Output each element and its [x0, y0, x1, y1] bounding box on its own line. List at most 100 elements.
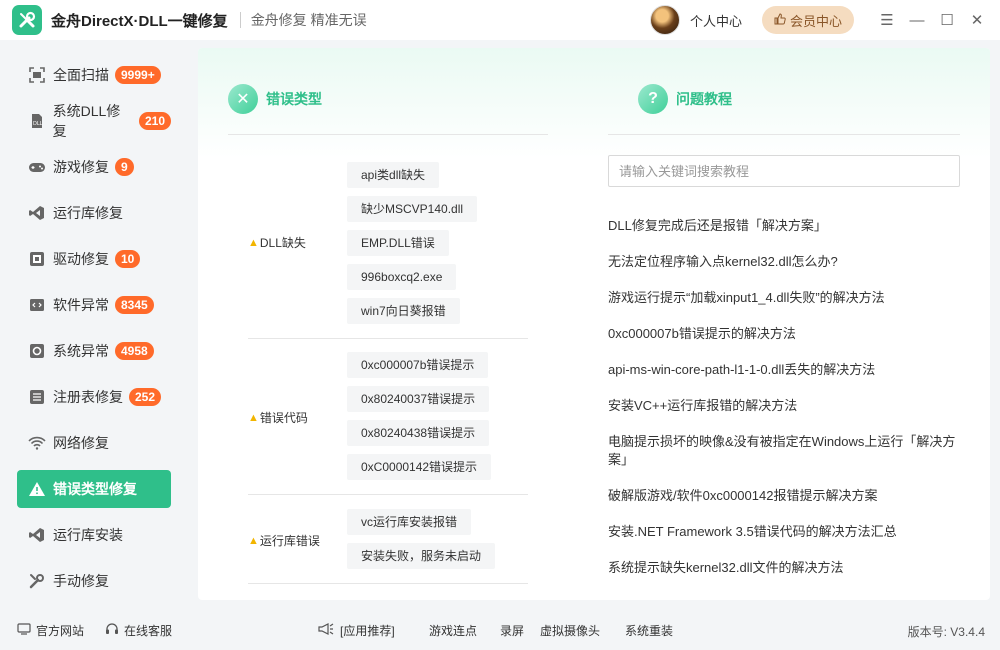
svg-text:DLL: DLL [33, 121, 43, 127]
gamepad-icon [26, 156, 48, 178]
minimize-icon[interactable]: — [902, 12, 932, 29]
footer-link-game-clicker[interactable]: 游戏连点 [429, 622, 477, 639]
divider [228, 134, 548, 135]
error-tag[interactable]: 安装失败，服务未启动 [347, 543, 496, 569]
sidebar-item-label: 运行库修复 [53, 205, 123, 221]
personal-center-link[interactable]: 个人中心 [690, 11, 742, 30]
scan-icon [26, 64, 48, 86]
error-tag[interactable]: api类dll缺失 [347, 162, 440, 188]
version-label: 版本号: V3.4.4 [907, 625, 985, 639]
close-icon[interactable]: ✕ [962, 11, 992, 29]
registry-icon [26, 386, 48, 408]
tutorial-link[interactable]: 系统提示缺失kernel32.dll文件的解决方法 [608, 559, 960, 577]
tutorial-link[interactable]: 安装.NET Framework 3.5错误代码的解决方法汇总 [608, 523, 960, 541]
tutorials-header: ? 问题教程 [638, 84, 732, 114]
error-group-label-text: DLL缺失 [259, 236, 306, 250]
main-panel: ✕ 错误类型 ▲ DLL缺失 api类dll缺失 缺少MSCVP140.dll … [198, 48, 990, 600]
error-types-title: 错误类型 [266, 91, 322, 107]
error-group-label: ▲ 运行库错误 [248, 532, 320, 549]
maximize-icon[interactable]: ☐ [932, 11, 962, 29]
warning-icon: ▲ [248, 411, 259, 424]
sidebar-item-label: 运行库安装 [53, 527, 123, 543]
sidebar-item-label: 网络修复 [53, 435, 109, 451]
tutorial-link[interactable]: 电脑提示损坏的映像&没有被指定在Windows上运行「解决方案」 [608, 433, 960, 469]
online-service-link[interactable]: 在线客服 [105, 622, 172, 639]
tutorial-link[interactable]: api-ms-win-core-path-l1-1-0.dll丢失的解决方法 [608, 361, 960, 379]
sidebar-item-runtime-install[interactable]: 运行库安装 [17, 516, 171, 554]
online-service-label: 在线客服 [124, 624, 173, 638]
footer-link-system-reinstall[interactable]: 系统重装 [625, 622, 673, 639]
wifi-icon [26, 432, 48, 454]
error-tag[interactable]: EMP.DLL错误 [347, 230, 449, 256]
count-badge: 210 [138, 112, 171, 130]
error-tag[interactable]: 0x80240037错误提示 [347, 386, 490, 412]
sidebar-item-full-scan[interactable]: 全面扫描 9999+ [17, 56, 171, 94]
gear-icon [26, 340, 48, 362]
sidebar-item-runtime-repair[interactable]: 运行库修复 [17, 194, 171, 232]
thumbs-up-icon [774, 12, 786, 28]
official-site-link[interactable]: 官方网站 [17, 622, 84, 639]
dll-icon: DLL [26, 110, 48, 132]
error-tag[interactable]: 996boxcq2.exe [347, 264, 457, 290]
divider [248, 583, 528, 584]
app-logo-icon [12, 5, 42, 35]
warning-icon: ▲ [248, 236, 259, 249]
driver-icon [26, 248, 48, 270]
count-badge: 252 [129, 388, 162, 406]
error-tag[interactable]: 0xC0000142错误提示 [347, 454, 492, 480]
tutorial-link[interactable]: 无法定位程序输入点kernel32.dll怎么办? [608, 253, 960, 271]
sidebar-item-driver-repair[interactable]: 驱动修复 10 [17, 240, 171, 278]
tutorials-title: 问题教程 [676, 91, 732, 107]
count-badge: 9 [115, 158, 134, 176]
sidebar-item-network-repair[interactable]: 网络修复 [17, 424, 171, 462]
footer: 官方网站 在线客服 [应用推荐] 游戏连点 录屏 虚拟摄像头 系统重装 版本号:… [0, 610, 1000, 650]
app-title: 金舟DirectX·DLL一键修复 [51, 12, 228, 30]
tutorial-link[interactable]: 0xc000007b错误提示的解决方法 [608, 325, 960, 343]
vs-icon [26, 524, 48, 546]
vip-center-label: 会员中心 [789, 13, 842, 29]
sidebar-item-label: 系统异常 [53, 343, 109, 359]
sidebar-item-label: 错误类型修复 [53, 481, 137, 497]
sidebar-item-system-dll[interactable]: DLL 系统DLL修复 210 [17, 102, 171, 140]
sidebar-item-game-repair[interactable]: 游戏修复 9 [17, 148, 171, 186]
sidebar-item-label: 注册表修复 [53, 389, 123, 405]
error-tag[interactable]: 0xc000007b错误提示 [347, 352, 489, 378]
headset-icon [105, 622, 119, 639]
count-badge: 8345 [115, 296, 154, 314]
avatar[interactable] [649, 5, 680, 35]
footer-link-virtual-camera[interactable]: 虚拟摄像头 [540, 622, 600, 639]
tutorial-search-input[interactable] [608, 155, 960, 187]
vip-center-button[interactable]: 会员中心 [761, 6, 854, 34]
code-icon [26, 294, 48, 316]
error-tag[interactable]: win7向日葵报错 [347, 298, 460, 324]
megaphone-icon [317, 622, 335, 639]
divider [248, 338, 528, 339]
sidebar-item-error-type-repair[interactable]: 错误类型修复 [17, 470, 171, 508]
tutorial-link[interactable]: DLL修复完成后还是报错「解决方案」 [608, 217, 960, 235]
sidebar-item-system-exception[interactable]: 系统异常 4958 [17, 332, 171, 370]
menu-icon[interactable]: ☰ [872, 11, 902, 29]
tutorial-link[interactable]: 游戏运行提示“加载xinput1_4.dll失败”的解决方法 [608, 289, 960, 307]
sidebar-item-software-exception[interactable]: 软件异常 8345 [17, 286, 171, 324]
recommend-label: [应用推荐] [340, 624, 395, 638]
warning-icon: ▲ [248, 534, 259, 547]
error-group-label: ▲ 错误代码 [248, 409, 308, 426]
vs-icon [26, 202, 48, 224]
title-bar: 金舟DirectX·DLL一键修复 金舟修复 精准无误 个人中心 会员中心 ☰ … [0, 0, 1000, 40]
error-tag[interactable]: 缺少MSCVP140.dll [347, 196, 478, 222]
sidebar-item-registry-repair[interactable]: 注册表修复 252 [17, 378, 171, 416]
title-divider [239, 12, 241, 28]
sidebar-item-label: 驱动修复 [53, 251, 109, 267]
error-tag[interactable]: vc运行库安装报错 [347, 509, 472, 535]
tutorial-link[interactable]: 破解版游戏/软件0xc0000142报错提示解决方案 [608, 487, 960, 505]
footer-link-screen-record[interactable]: 录屏 [500, 622, 524, 639]
error-tag[interactable]: 0x80240438错误提示 [347, 420, 490, 446]
divider [248, 494, 528, 495]
x-circle-icon: ✕ [228, 84, 258, 114]
question-circle-icon: ? [638, 84, 668, 114]
recommend-section: [应用推荐] [317, 622, 395, 639]
error-group-label: ▲ DLL缺失 [248, 234, 306, 251]
sidebar-item-manual-repair[interactable]: 手动修复 [17, 562, 171, 600]
monitor-icon [17, 623, 31, 638]
tutorial-link[interactable]: 安装VC++运行库报错的解决方法 [608, 397, 960, 415]
